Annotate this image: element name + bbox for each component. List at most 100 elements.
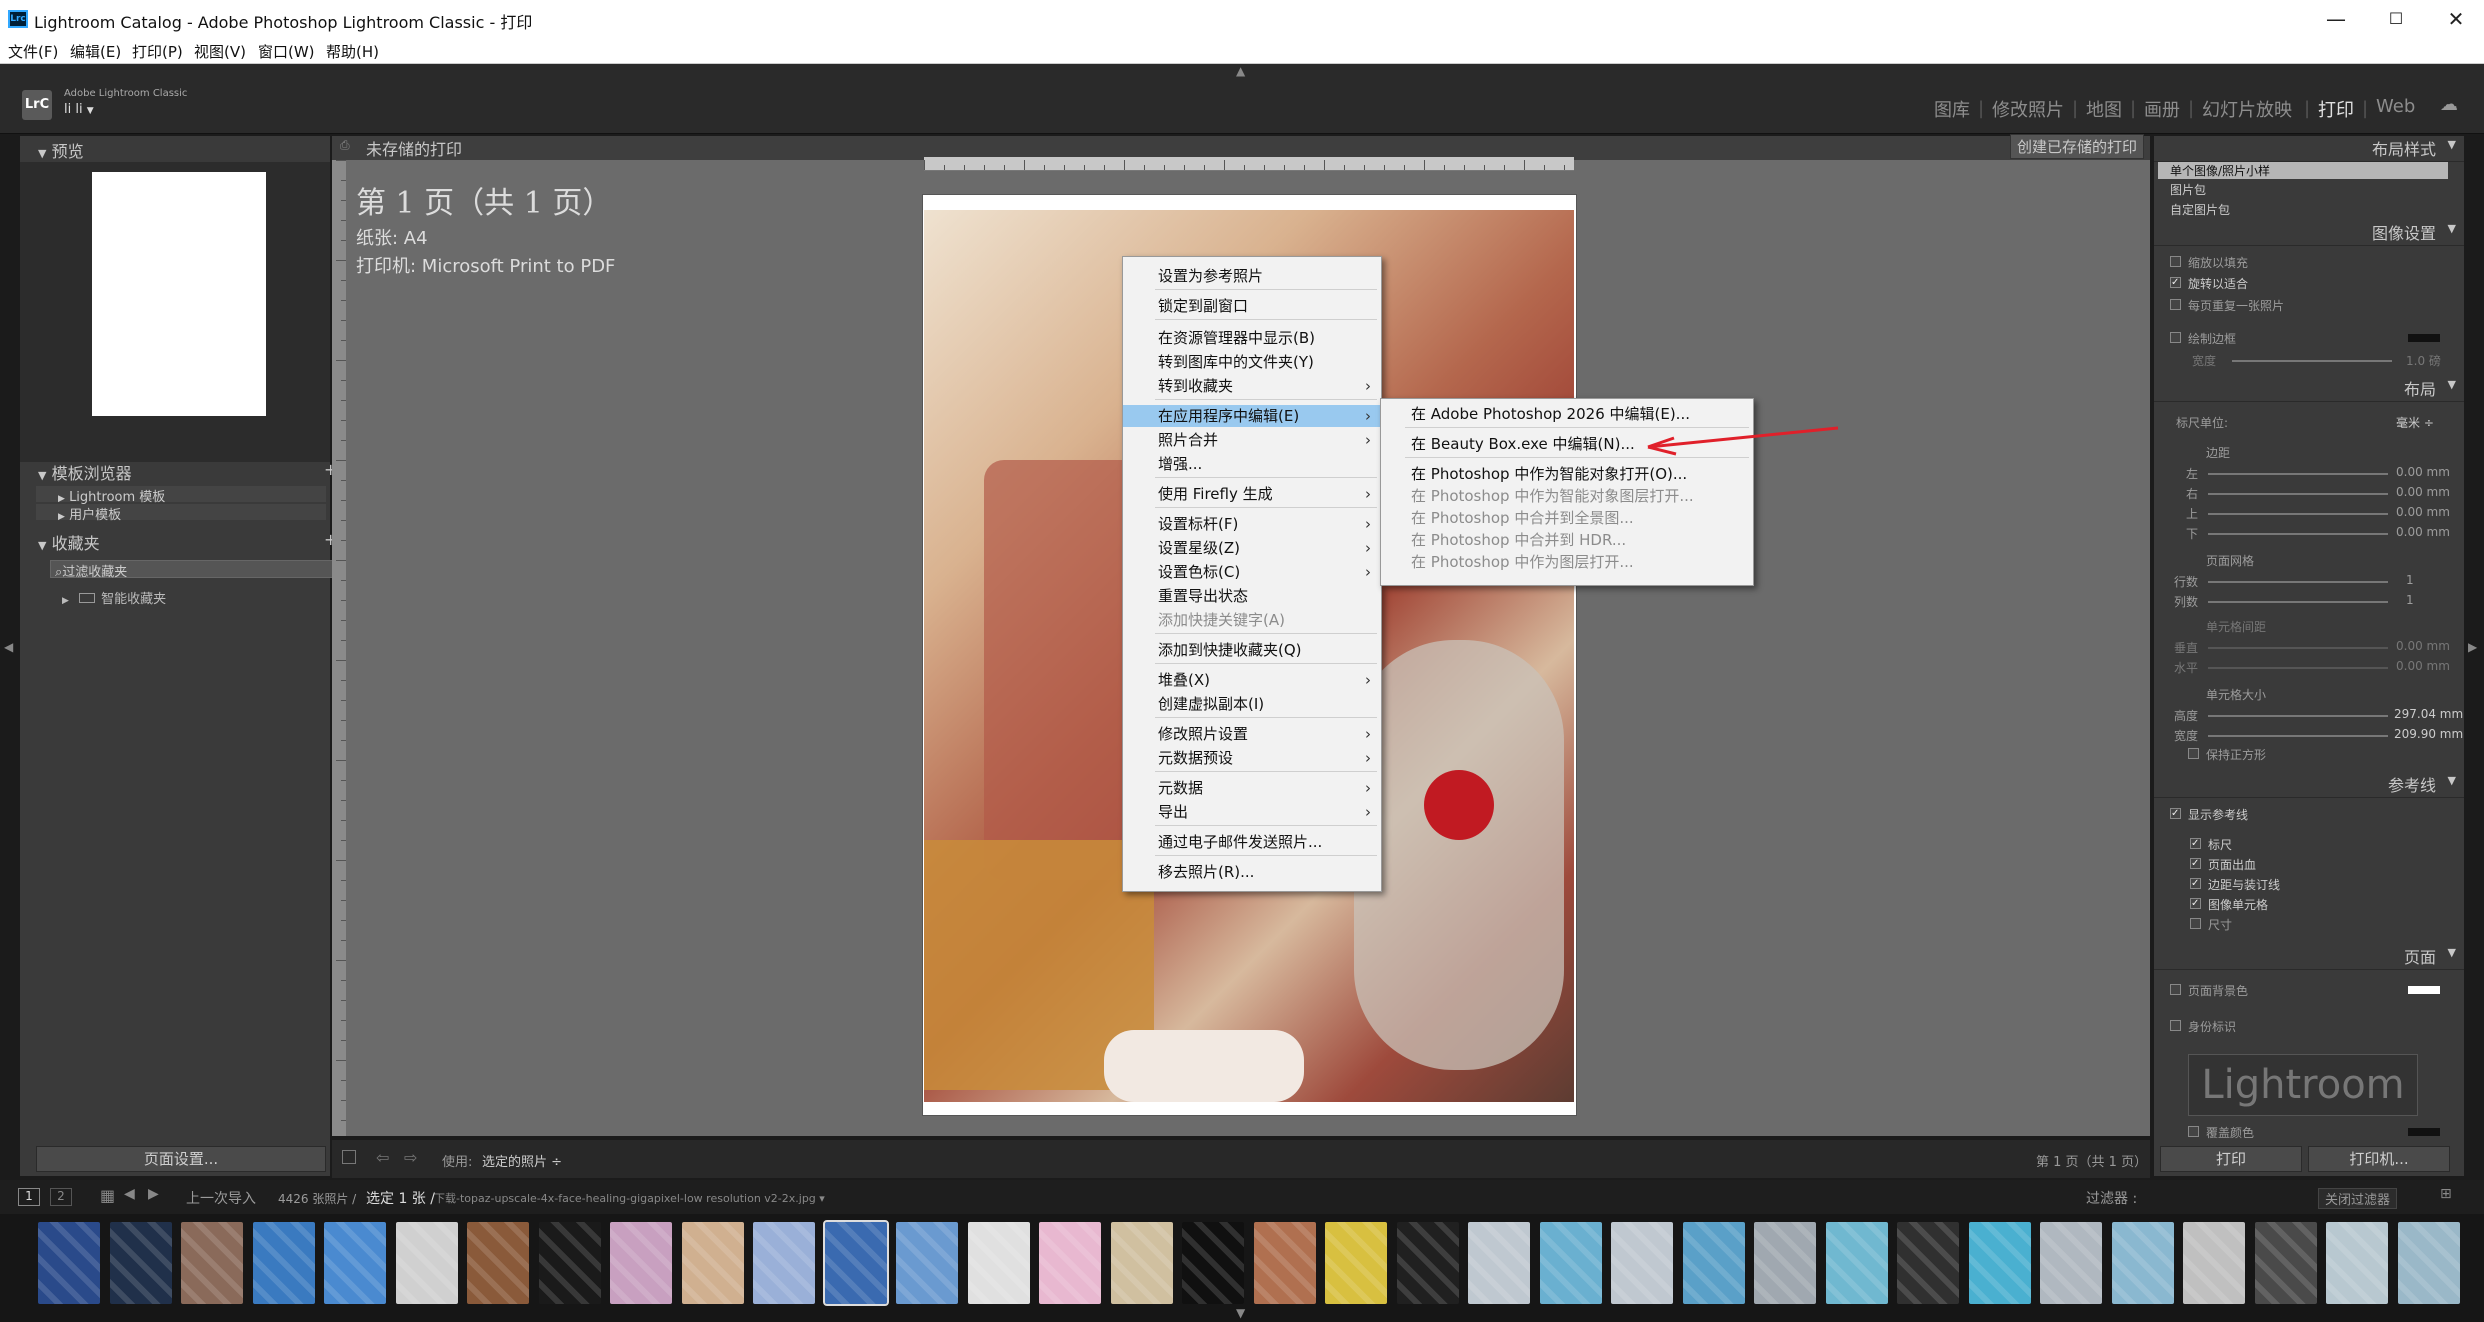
module-web[interactable]: Web — [2376, 96, 2415, 117]
filter-select[interactable]: 关闭过滤器 — [2318, 1188, 2398, 1209]
filmstrip-thumbnail[interactable] — [1396, 1222, 1459, 1304]
forward-arrow-icon[interactable]: ▶ — [148, 1186, 159, 1202]
context-menu-item[interactable]: 设置星级(Z) › — [1123, 537, 1381, 559]
filmstrip-thumbnail[interactable] — [1682, 1222, 1745, 1304]
filmstrip-thumbnail[interactable] — [324, 1222, 386, 1304]
menu-view[interactable]: 视图(V) — [194, 41, 246, 62]
module-library[interactable]: 图库 — [1934, 96, 1970, 122]
menu-print[interactable]: 打印(P) — [132, 41, 183, 62]
monitor-2-tab[interactable]: 2 — [50, 1188, 72, 1206]
filmstrip-thumbnail[interactable] — [38, 1222, 100, 1304]
filmstrip-thumbnail[interactable] — [753, 1222, 815, 1304]
zoom-fill-checkbox[interactable] — [2170, 256, 2181, 267]
submenu-item[interactable]: 在 Photoshop 中合并到 HDR... — [1381, 529, 1753, 551]
context-menu-item[interactable]: 重置导出状态 — [1123, 585, 1381, 607]
context-menu-item[interactable]: 照片合并 › — [1123, 429, 1381, 451]
module-book[interactable]: 画册 — [2144, 96, 2180, 122]
page-setup-button[interactable]: 页面设置... — [36, 1146, 326, 1172]
submenu-item[interactable]: 在 Photoshop 中作为智能对象打开(O)... — [1381, 463, 1753, 485]
template-folder[interactable]: ▶ Lightroom 模板 — [36, 486, 326, 505]
context-menu-item[interactable]: 设置为参考照片 — [1123, 265, 1381, 287]
stroke-border-checkbox[interactable] — [2170, 332, 2181, 343]
border-width-slider[interactable] — [2232, 360, 2392, 362]
keep-square-checkbox[interactable] — [2188, 748, 2199, 759]
collapse-top-arrow-icon[interactable]: ▲ — [1236, 64, 1245, 78]
next-page-icon[interactable]: ⇨ — [404, 1148, 417, 1167]
cell-height-slider[interactable] — [2208, 715, 2388, 717]
context-menu-item[interactable]: 转到收藏夹 › — [1123, 375, 1381, 397]
ruler-units-select[interactable]: 毫米 ÷ — [2396, 414, 2434, 431]
show-guides-checkbox[interactable]: ✓ — [2170, 808, 2181, 819]
context-menu-item[interactable]: 元数据 › — [1123, 777, 1381, 799]
create-saved-print-button[interactable]: 创建已存储的打印 — [2010, 134, 2145, 159]
layout-option[interactable]: 图片包 — [2170, 181, 2206, 198]
printer-button[interactable]: 打印机... — [2308, 1146, 2450, 1172]
context-menu-item[interactable]: 添加到快捷收藏夹(Q) — [1123, 639, 1381, 661]
identity-plate-checkbox[interactable] — [2170, 1020, 2181, 1031]
back-arrow-icon[interactable]: ◀ — [124, 1186, 135, 1202]
context-menu-item[interactable]: 设置色标(C) › — [1123, 561, 1381, 583]
filmstrip-thumbnail[interactable] — [1039, 1222, 1101, 1304]
page-header[interactable]: 页面 ▼ — [2154, 944, 2464, 970]
columns-slider[interactable] — [2208, 601, 2388, 603]
context-menu-item[interactable]: 设置标杆(F) › — [1123, 513, 1381, 535]
filmstrip-thumbnail[interactable] — [1325, 1222, 1387, 1304]
filmstrip-thumbnail[interactable] — [1539, 1222, 1602, 1304]
margin-left-slider[interactable] — [2208, 473, 2388, 475]
page-view-icon[interactable] — [342, 1150, 356, 1164]
collapse-left-arrow-icon[interactable]: ◀ — [4, 640, 13, 654]
spacing-vertical-slider[interactable] — [2208, 647, 2388, 649]
template-folder[interactable]: ▶ 用户模板 — [36, 504, 326, 523]
minimize-button[interactable]: — — [2316, 4, 2356, 34]
context-menu-item[interactable]: 导出 › — [1123, 801, 1381, 823]
module-print[interactable]: 打印 — [2318, 96, 2354, 122]
spacing-horizontal-slider[interactable] — [2208, 667, 2388, 669]
layout-option-selected[interactable]: 单个图像/照片小样 — [2158, 162, 2448, 179]
filmstrip-thumbnail[interactable] — [467, 1222, 529, 1304]
identity-user[interactable]: li li ▼ — [64, 102, 94, 117]
filmstrip-thumbnail[interactable] — [1182, 1222, 1244, 1304]
rotate-fit-checkbox[interactable]: ✓ — [2170, 277, 2181, 288]
repeat-photo-checkbox[interactable] — [2170, 299, 2181, 310]
image-settings-header[interactable]: 图像设置 ▼ — [2154, 220, 2464, 246]
collection-filter-field[interactable]: ⌕过滤收藏夹 — [50, 560, 334, 580]
filmstrip-thumbnail[interactable] — [538, 1222, 601, 1304]
filmstrip-thumbnail[interactable] — [2326, 1222, 2388, 1304]
source-label[interactable]: 上一次导入 — [186, 1188, 256, 1208]
template-browser-header[interactable]: ▼ 模板浏览器 + — [38, 460, 338, 484]
overlay-color-swatch[interactable] — [2408, 1128, 2440, 1136]
context-menu-item[interactable]: 元数据预设 › — [1123, 747, 1381, 769]
submenu-item[interactable]: 在 Photoshop 中作为图层打开... — [1381, 551, 1753, 573]
context-menu-item[interactable]: 堆叠(X) › — [1123, 669, 1381, 691]
monitor-1-tab[interactable]: 1 — [18, 1188, 40, 1206]
guide-rulers-checkbox[interactable]: ✓ — [2190, 838, 2201, 849]
print-button[interactable]: 打印 — [2160, 1146, 2302, 1172]
margin-top-slider[interactable] — [2208, 513, 2388, 515]
submenu-item[interactable]: 在 Photoshop 中作为智能对象图层打开... — [1381, 485, 1753, 507]
filmstrip-thumbnail[interactable] — [967, 1222, 1030, 1304]
margin-right-slider[interactable] — [2208, 493, 2388, 495]
filmstrip-thumbnail[interactable] — [1825, 1222, 1888, 1304]
filmstrip-thumbnail[interactable] — [1968, 1222, 2031, 1304]
collapse-bottom-arrow-icon[interactable]: ▼ — [1236, 1306, 1245, 1320]
module-map[interactable]: 地图 — [2086, 96, 2122, 122]
close-button[interactable]: ✕ — [2436, 4, 2476, 34]
filmstrip-thumbnail[interactable] — [2183, 1222, 2245, 1304]
context-menu-item[interactable]: 添加快捷关键字(A) — [1123, 609, 1381, 631]
guide-dimensions-checkbox[interactable] — [2190, 918, 2201, 929]
rows-slider[interactable] — [2208, 581, 2388, 583]
filmstrip-thumbnail[interactable] — [395, 1222, 458, 1304]
layout-header[interactable]: 布局 ▼ — [2154, 376, 2464, 402]
maximize-button[interactable]: ☐ — [2376, 4, 2416, 34]
guides-header[interactable]: 参考线 ▼ — [2154, 772, 2464, 798]
menu-window[interactable]: 窗口(W) — [258, 41, 315, 62]
identity-plate-preview[interactable]: Lightroom — [2188, 1054, 2418, 1116]
menu-edit[interactable]: 编辑(E) — [70, 41, 121, 62]
use-select[interactable]: 选定的照片 ÷ — [482, 1151, 562, 1170]
margin-bottom-slider[interactable] — [2208, 533, 2388, 535]
filmstrip-thumbnail[interactable] — [252, 1222, 315, 1304]
filmstrip-thumbnail[interactable] — [2254, 1222, 2317, 1304]
collapse-right-arrow-icon[interactable]: ▶ — [2468, 640, 2477, 654]
border-color-swatch[interactable] — [2408, 334, 2440, 342]
filmstrip-thumbnail[interactable] — [2040, 1222, 2102, 1304]
